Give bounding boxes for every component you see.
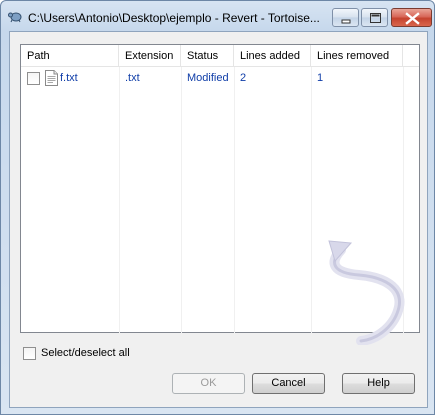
maximize-icon	[370, 13, 381, 23]
title-bar[interactable]: C:\Users\Antonio\Desktop\ejemplo - Rever…	[1, 1, 434, 31]
cell-status: Modified	[187, 72, 229, 84]
window-title: C:\Users\Antonio\Desktop\ejemplo - Rever…	[28, 11, 320, 25]
minimize-icon	[341, 19, 351, 24]
select-all-label[interactable]: Select/deselect all	[41, 347, 130, 359]
cell-extension: .txt	[125, 72, 140, 84]
column-header-status[interactable]: Status	[181, 45, 234, 67]
tortoise-revert-icon	[7, 9, 23, 23]
dialog-client-area: Path Extension Status Lines added Lines …	[9, 31, 428, 408]
column-header-path[interactable]: Path	[21, 45, 119, 67]
column-divider	[234, 67, 235, 333]
list-header: Path Extension Status Lines added Lines …	[21, 45, 419, 67]
help-button[interactable]: Help	[342, 373, 415, 394]
table-row[interactable]: f.txt .txt Modified 2 1	[21, 69, 419, 87]
close-button[interactable]	[391, 8, 432, 27]
ok-button[interactable]: OK	[172, 373, 245, 394]
column-header-lines-added[interactable]: Lines added	[234, 45, 311, 67]
cell-lines-added: 2	[240, 72, 247, 84]
file-list[interactable]: Path Extension Status Lines added Lines …	[20, 44, 420, 345]
minimize-button[interactable]	[332, 8, 359, 27]
maximize-button[interactable]	[361, 8, 388, 27]
cell-path: f.txt	[60, 72, 78, 84]
row-checkbox[interactable]	[27, 72, 40, 85]
cancel-button[interactable]: Cancel	[252, 373, 325, 394]
select-all-checkbox[interactable]	[23, 347, 36, 360]
column-divider	[311, 67, 312, 333]
column-divider	[119, 67, 120, 333]
revert-arrow-icon	[328, 240, 405, 345]
column-header-lines-removed[interactable]: Lines removed	[311, 45, 403, 67]
cell-lines-removed: 1	[317, 72, 324, 84]
column-header-extension[interactable]: Extension	[119, 45, 181, 67]
close-icon	[405, 12, 420, 25]
column-divider	[181, 67, 182, 333]
revert-dialog-window: C:\Users\Antonio\Desktop\ejemplo - Rever…	[0, 0, 435, 415]
